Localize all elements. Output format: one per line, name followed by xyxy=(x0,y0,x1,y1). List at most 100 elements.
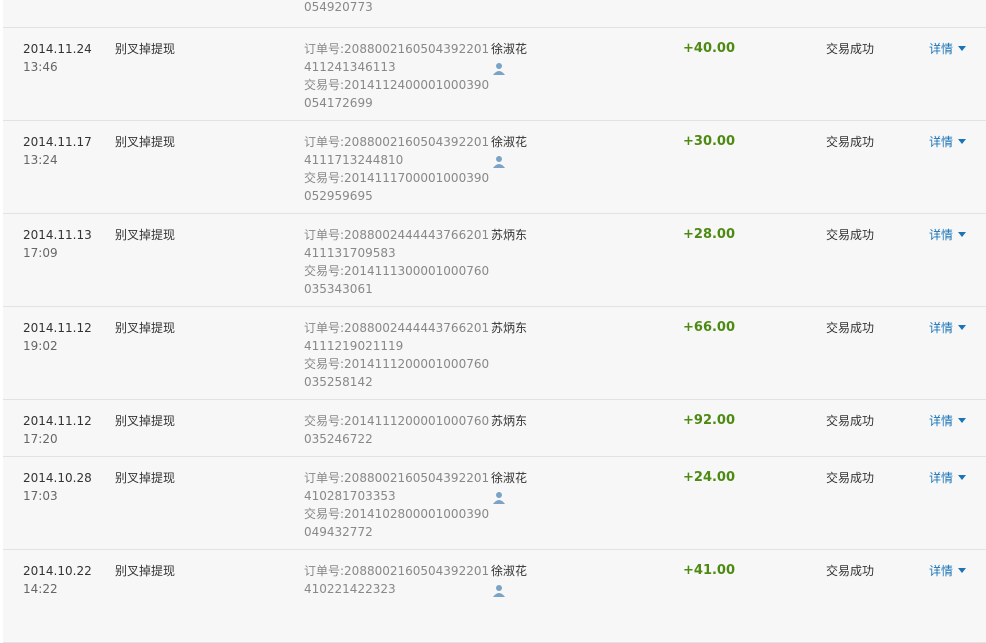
table-row: 2014.11.13 17:09 别叉掉提现 订单号:2088002444443… xyxy=(3,214,986,307)
transaction-number-line: 订单号:2088002160504392201 xyxy=(304,42,490,56)
row-name: 别叉掉提现 xyxy=(115,564,176,578)
row-name: 别叉掉提现 xyxy=(115,471,176,485)
table-row: 2014.10.22 14:22 别叉掉提现 订单号:2088002160504… xyxy=(3,550,986,643)
transaction-number-line: 035258142 xyxy=(304,375,373,389)
row-amount: +66.00 xyxy=(683,320,736,335)
row-name: 别叉掉提现 xyxy=(115,135,176,149)
row-party: 徐淑花 xyxy=(491,133,527,169)
party-name: 徐淑花 xyxy=(491,135,528,149)
row-time: 17:03 xyxy=(23,489,58,503)
user-icon xyxy=(492,155,506,169)
row-time: 19:02 xyxy=(23,339,58,353)
detail-label: 详情 xyxy=(929,228,954,242)
row-amount: +41.00 xyxy=(683,563,736,578)
table-row: 2014.11.12 19:02 别叉掉提现 订单号:2088002444443… xyxy=(3,307,986,400)
caret-down-icon xyxy=(958,139,967,144)
row-amount: +92.00 xyxy=(683,413,736,428)
table-row-partial: 054920773 xyxy=(3,0,986,28)
row-date: 2014.10.22 xyxy=(23,564,92,578)
row-transaction-numbers: 订单号:2088002160504392201 410221422323 xyxy=(304,562,489,598)
party-name: 徐淑花 xyxy=(491,564,528,578)
caret-down-icon xyxy=(958,232,967,237)
detail-link[interactable]: 详情 xyxy=(929,226,967,244)
row-datetime: 2014.10.22 14:22 xyxy=(23,562,92,598)
row-party: 徐淑花 xyxy=(491,469,527,505)
transaction-number-line: 交易号:2014111700001000390 xyxy=(304,171,490,185)
detail-link[interactable]: 详情 xyxy=(929,40,967,58)
row-amount: +28.00 xyxy=(683,227,736,242)
user-icon xyxy=(492,62,506,76)
row-datetime: 2014.11.13 17:09 xyxy=(23,226,92,262)
row-party: 苏炳东 xyxy=(491,412,527,430)
transaction-number-line: 411241346113 xyxy=(304,60,396,74)
row-time: 17:09 xyxy=(23,246,58,260)
row-date: 2014.11.17 xyxy=(23,135,92,149)
table-row: 2014.11.24 13:46 别叉掉提现 订单号:2088002160504… xyxy=(3,28,986,121)
transaction-number-line: 订单号:2088002444443766201 xyxy=(304,321,490,335)
row-time: 13:24 xyxy=(23,153,58,167)
transaction-number-line: 054172699 xyxy=(304,96,373,110)
transaction-number-line: 411131709583 xyxy=(304,246,396,260)
row-party: 苏炳东 xyxy=(491,319,527,337)
table-row: 2014.11.17 13:24 别叉掉提现 订单号:2088002160504… xyxy=(3,121,986,214)
caret-down-icon xyxy=(958,46,967,51)
caret-down-icon xyxy=(958,568,967,573)
detail-link[interactable]: 详情 xyxy=(929,562,967,580)
row-datetime: 2014.11.24 13:46 xyxy=(23,40,92,76)
transaction-number-line: 交易号:2014112400001000390 xyxy=(304,78,490,92)
row-date: 2014.11.24 xyxy=(23,42,92,56)
transaction-number-line: 035343061 xyxy=(304,282,373,296)
transaction-number-line: 订单号:2088002160504392201 xyxy=(304,564,490,578)
row-status: 交易成功 xyxy=(826,471,875,485)
row-name: 别叉掉提现 xyxy=(115,228,176,242)
detail-label: 详情 xyxy=(929,414,954,428)
row-status: 交易成功 xyxy=(826,42,875,56)
row-party: 徐淑花 xyxy=(491,40,527,76)
detail-label: 详情 xyxy=(929,321,954,335)
detail-link[interactable]: 详情 xyxy=(929,133,967,151)
row-name: 别叉掉提现 xyxy=(115,321,176,335)
transaction-number-line: 4111713244810 xyxy=(304,153,404,167)
party-name: 徐淑花 xyxy=(491,42,528,56)
party-name: 徐淑花 xyxy=(491,471,528,485)
transaction-number-line: 410281703353 xyxy=(304,489,396,503)
transaction-number-line: 4111219021119 xyxy=(304,339,404,353)
row-name: 别叉掉提现 xyxy=(115,42,176,56)
detail-link[interactable]: 详情 xyxy=(929,469,967,487)
transaction-number-line: 订单号:2088002160504392201 xyxy=(304,135,490,149)
row-status: 交易成功 xyxy=(826,321,875,335)
table-row: 2014.11.12 17:20 别叉掉提现 交易号:2014111200001… xyxy=(3,400,986,457)
row-time: 13:46 xyxy=(23,60,58,74)
row-datetime: 2014.11.12 17:20 xyxy=(23,412,92,448)
row-status: 交易成功 xyxy=(826,228,875,242)
row-status: 交易成功 xyxy=(826,564,875,578)
row-amount: +30.00 xyxy=(683,134,736,149)
row-date: 2014.10.28 xyxy=(23,471,92,485)
caret-down-icon xyxy=(958,418,967,423)
row-party: 苏炳东 xyxy=(491,226,527,244)
detail-label: 详情 xyxy=(929,135,954,149)
row-party: 徐淑花 xyxy=(491,562,527,598)
row-transaction-numbers: 交易号:2014111200001000760 035246722 xyxy=(304,412,489,448)
row-transaction-numbers: 订单号:2088002160504392201 410281703353 交易号:2… xyxy=(304,469,489,541)
row-date: 2014.11.12 xyxy=(23,414,92,428)
row-transaction-numbers: 订单号:2088002160504392201 411241346113 交易号:2… xyxy=(304,40,489,112)
row-transaction-numbers: 订单号:2088002444443766201 4111219021119 交易号:… xyxy=(304,319,489,391)
row-name: 别叉掉提现 xyxy=(115,414,176,428)
transaction-number-line: 订单号:2088002444443766201 xyxy=(304,228,490,242)
detail-link[interactable]: 详情 xyxy=(929,412,967,430)
row-status: 交易成功 xyxy=(826,135,875,149)
row-datetime: 2014.11.12 19:02 xyxy=(23,319,92,355)
transaction-number-line: 410221422323 xyxy=(304,582,396,596)
detail-label: 详情 xyxy=(929,42,954,56)
transaction-number-line: 订单号:2088002160504392201 xyxy=(304,471,490,485)
row-time: 17:20 xyxy=(23,432,58,446)
row-date: 2014.11.13 xyxy=(23,228,92,242)
transaction-number-line: 交易号:2014111200001000760 xyxy=(304,357,490,371)
transaction-number-line: 035246722 xyxy=(304,432,373,446)
row-status: 交易成功 xyxy=(826,414,875,428)
detail-link[interactable]: 详情 xyxy=(929,319,967,337)
user-icon xyxy=(492,491,506,505)
party-name: 苏炳东 xyxy=(491,414,528,428)
table-row: 2014.10.28 17:03 别叉掉提现 订单号:2088002160504… xyxy=(3,457,986,550)
